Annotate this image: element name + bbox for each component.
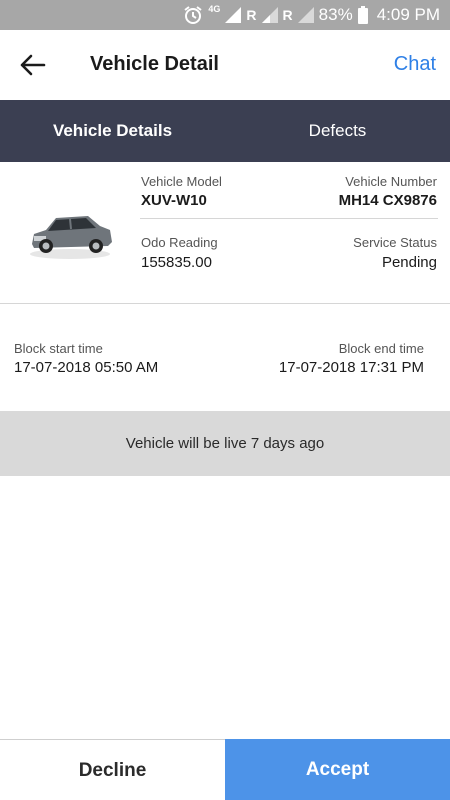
decline-button[interactable]: Decline xyxy=(0,740,225,800)
clock: 4:09 PM xyxy=(376,5,440,24)
signal-empty-icon xyxy=(297,7,314,23)
battery-icon xyxy=(357,6,368,24)
card-divider xyxy=(140,218,438,219)
block-end-label: Block end time xyxy=(338,341,424,356)
service-status-value: Pending xyxy=(381,254,437,271)
vehicle-image xyxy=(30,216,112,259)
app-bar: Vehicle Detail Chat xyxy=(0,30,450,100)
block-time-section: Block start time 17-07-2018 05:50 AM Blo… xyxy=(0,304,450,411)
back-button[interactable] xyxy=(18,50,52,80)
status-icons: 4G R R 83% 4:09 PM xyxy=(183,0,440,30)
block-start-label: Block start time xyxy=(14,341,103,356)
signal-weak-icon xyxy=(261,7,278,23)
vehicle-model-label: Vehicle Model xyxy=(141,174,222,189)
roaming-indicator-2: R xyxy=(282,7,293,23)
signal-icon xyxy=(225,7,242,23)
vehicle-info-card: Vehicle Model XUV-W10 Vehicle Number MH1… xyxy=(0,162,450,304)
action-bar: Decline Accept xyxy=(0,739,450,800)
accept-button[interactable]: Accept xyxy=(225,739,450,800)
vehicle-number-label: Vehicle Number xyxy=(345,174,437,189)
page-title: Vehicle Detail xyxy=(90,53,219,75)
tab-vehicle-details[interactable]: Vehicle Details xyxy=(0,100,225,162)
live-status-banner: Vehicle will be live 7 days ago xyxy=(0,411,450,476)
status-bar: 4G R R 83% 4:09 PM xyxy=(0,0,450,30)
block-end-value: 17-07-2018 17:31 PM xyxy=(278,359,424,376)
tab-defects[interactable]: Defects xyxy=(225,100,450,162)
chat-button[interactable]: Chat xyxy=(394,53,436,76)
roaming-indicator: R xyxy=(246,7,257,23)
block-start-value: 17-07-2018 05:50 AM xyxy=(14,359,159,376)
odo-reading-label: Odo Reading xyxy=(141,235,218,250)
odo-reading-value: 155835.00 xyxy=(141,254,212,271)
alarm-icon xyxy=(184,6,202,24)
tab-bar: Vehicle Details Defects xyxy=(0,100,450,162)
vehicle-number-value: MH14 CX9876 xyxy=(338,192,437,209)
vehicle-model-value: XUV-W10 xyxy=(141,192,207,209)
vehicle-detail-screen: 4G R R 83% 4:09 PM Vehicle Detail Chat V… xyxy=(0,0,450,800)
battery-percent: 83% xyxy=(318,5,353,24)
network-type-label: 4G xyxy=(208,4,221,14)
service-status-label: Service Status xyxy=(353,235,437,250)
back-arrow-icon xyxy=(20,54,46,76)
